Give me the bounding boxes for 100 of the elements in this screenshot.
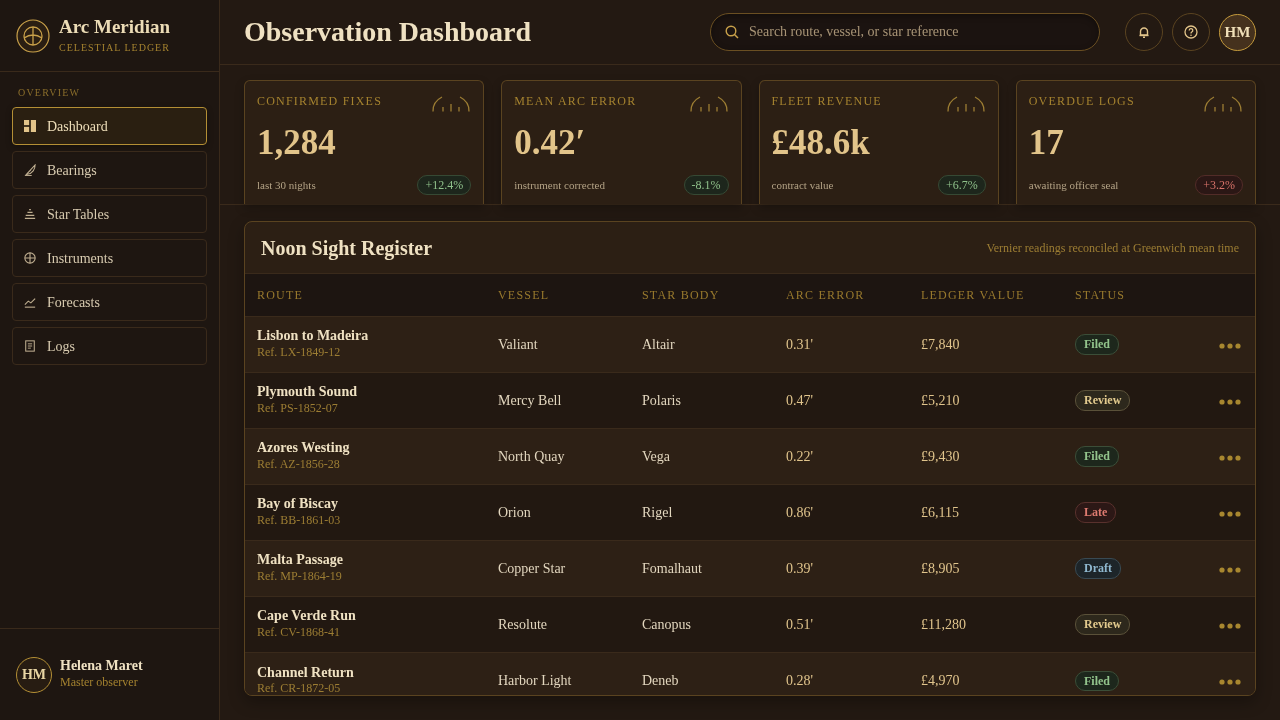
nav-item[interactable]: Bearings: [12, 151, 207, 189]
brand-name: Arc Meridian: [59, 17, 170, 38]
table-cell: £9,430: [921, 448, 960, 464]
more-button[interactable]: [1219, 678, 1241, 685]
nav-item[interactable]: Logs: [12, 327, 207, 365]
nav-item[interactable]: Star Tables: [12, 195, 207, 233]
status-badge: Filed: [1075, 670, 1119, 691]
more-button[interactable]: [1219, 454, 1241, 461]
user-name: Helena Maret: [60, 658, 143, 676]
bell-icon: [1137, 25, 1151, 39]
route-name: Bay of Biscay: [257, 496, 339, 513]
table-cell: Deneb: [642, 672, 679, 688]
table-cell: Harbor Light: [498, 672, 572, 688]
route-reference: Ref. BB-1861-03: [257, 512, 342, 528]
route-name: Plymouth Sound: [257, 384, 358, 401]
table-cell: Mercy Bell: [498, 392, 562, 408]
panel-note: Vernier readings reconciled at Greenwich mean time: [986, 239, 1239, 257]
more-icon: [1219, 678, 1241, 685]
more-button[interactable]: [1219, 398, 1241, 405]
route-reference: Ref. CR-1872-05: [257, 680, 342, 695]
more-icon: [1219, 454, 1241, 461]
status-badge: Review: [1075, 614, 1131, 635]
column-header: STAR BODY: [642, 287, 720, 302]
brand-tagline: CELESTIAL LEDGER: [59, 40, 170, 54]
table-cell: Valiant: [498, 336, 538, 352]
table-cell: Polaris: [642, 392, 681, 408]
column-header: STATUS: [1075, 287, 1126, 302]
table-cell: Rigel: [642, 504, 673, 520]
route-reference: Ref. AZ-1856-28: [257, 456, 341, 472]
table-cell: Orion: [498, 504, 531, 520]
table-cell: Altair: [642, 336, 675, 352]
table-cell: North Quay: [498, 448, 565, 464]
stat-caption: last 30 nights: [257, 177, 316, 193]
panel-title: Noon Sight Register: [261, 237, 433, 258]
nav-item[interactable]: Instruments: [12, 239, 207, 277]
column-header: ROUTE: [257, 287, 303, 302]
table-cell: Canopus: [642, 616, 691, 632]
stat-label: MEAN ARC ERROR: [514, 94, 637, 109]
more-icon: [1219, 342, 1241, 349]
nav-item[interactable]: Dashboard: [12, 107, 207, 145]
search-field[interactable]: Search route, vessel, or star reference: [710, 13, 1100, 51]
search-icon: [725, 25, 739, 39]
dashboard-icon: [24, 120, 36, 132]
status-badge: Draft: [1075, 558, 1121, 579]
route-name: Malta Passage: [257, 552, 344, 569]
stat-caption: awaiting officer seal: [1028, 177, 1119, 193]
stat-value: 17: [1028, 125, 1065, 160]
table-cell: £7,840: [921, 336, 960, 352]
more-button[interactable]: [1219, 510, 1241, 517]
route-name: Channel Return: [257, 664, 355, 681]
more-button[interactable]: [1219, 622, 1241, 629]
stat-label: FLEET REVENUE: [771, 94, 882, 109]
more-button[interactable]: [1219, 566, 1241, 573]
more-icon: [1219, 622, 1241, 629]
nav-item[interactable]: Forecasts: [12, 283, 207, 321]
status-badge: Review: [1075, 390, 1131, 411]
column-header: VESSEL: [498, 287, 550, 302]
table-cell: £8,905: [921, 560, 960, 576]
table-cell: 0.51': [786, 616, 814, 632]
route-reference: Ref. LX-1849-12: [257, 344, 342, 360]
gauge-icon: [945, 94, 986, 112]
table-cell: 0.28': [786, 672, 814, 688]
table-cell: Vega: [642, 448, 670, 464]
table-cell: 0.31': [786, 336, 814, 352]
document-icon: [24, 340, 36, 352]
user-avatar[interactable]: HM: [1219, 13, 1256, 51]
chart-icon: [24, 296, 36, 308]
route-reference: Ref. MP-1864-19: [257, 568, 343, 584]
route-name: Cape Verde Run: [257, 608, 357, 625]
more-icon: [1219, 510, 1241, 517]
help-icon: [1184, 25, 1198, 39]
more-button[interactable]: [1219, 342, 1241, 349]
table-cell: £5,210: [921, 392, 960, 408]
stat-value: 0.42′: [514, 125, 587, 160]
more-icon: [1219, 398, 1241, 405]
status-badge: Filed: [1075, 446, 1119, 467]
logo-icon: [16, 18, 50, 53]
stat-label: OVERDUE LOGS: [1028, 94, 1135, 109]
change-badge: +6.7%: [938, 175, 986, 196]
route-name: Lisbon to Madeira: [257, 328, 370, 345]
column-header: LEDGER VALUE: [921, 287, 1025, 302]
stat-caption: contract value: [771, 177, 834, 193]
quill-icon: [24, 164, 36, 176]
table-cell: £11,280: [921, 616, 966, 632]
table-cell: Copper Star: [498, 560, 566, 576]
stat-value: £48.6k: [771, 125, 871, 160]
table-cell: 0.22': [786, 448, 814, 464]
change-badge: +3.2%: [1195, 175, 1243, 196]
section-label: OVERVIEW: [18, 87, 81, 98]
layers-icon: [24, 208, 36, 220]
route-reference: Ref. CV-1868-41: [257, 624, 341, 640]
status-badge: Late: [1075, 502, 1117, 523]
table-cell: 0.39': [786, 560, 814, 576]
user-avatar: HM: [16, 656, 52, 693]
table-cell: Resolute: [498, 616, 547, 632]
change-badge: -8.1%: [683, 175, 729, 196]
table-cell: £4,970: [921, 672, 960, 688]
more-icon: [1219, 566, 1241, 573]
table-cell: 0.47': [786, 392, 814, 408]
route-name: Azores Westing: [257, 440, 351, 457]
